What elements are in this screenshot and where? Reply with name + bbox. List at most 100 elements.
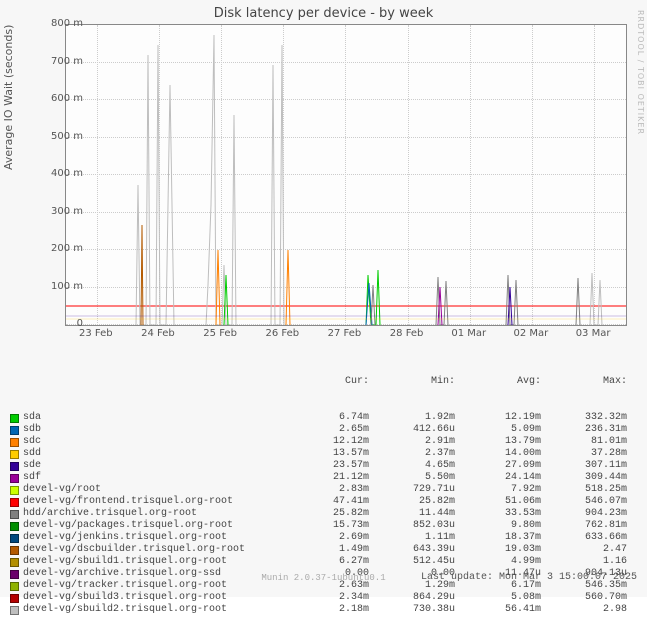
legend-row: sdc12.12m2.91m13.79m81.01m	[10, 436, 636, 448]
legend-min: 2.91m	[369, 436, 455, 448]
legend-max: 1.16	[541, 556, 627, 568]
chart-container: Disk latency per device - by week RRDTOO…	[0, 0, 647, 597]
legend-name: devel-vg/sbuild1.trisquel.org-root	[23, 556, 283, 568]
legend-swatch	[10, 450, 19, 459]
legend-cur: 15.73m	[283, 520, 369, 532]
legend-avg: 5.09m	[455, 424, 541, 436]
col-avg: Avg:	[455, 376, 541, 388]
legend-row: devel-vg/sbuild2.trisquel.org-root2.18m7…	[10, 604, 636, 616]
legend-avg: 33.53m	[455, 508, 541, 520]
legend-swatch	[10, 438, 19, 447]
y-tick: 500 m	[43, 131, 83, 142]
x-tick: 26 Feb	[265, 328, 299, 339]
legend-max: 37.28m	[541, 448, 627, 460]
legend-row: devel-vg/sbuild3.trisquel.org-root2.34m8…	[10, 592, 636, 604]
legend-avg: 24.14m	[455, 472, 541, 484]
chart-title: Disk latency per device - by week	[0, 6, 647, 21]
y-tick: 0	[43, 318, 83, 329]
col-cur: Cur:	[283, 376, 369, 388]
legend-row: devel-vg/frontend.trisquel.org-root47.41…	[10, 496, 636, 508]
legend-swatch	[10, 498, 19, 507]
legend-name: devel-vg/frontend.trisquel.org-root	[23, 496, 283, 508]
legend-avg: 14.00m	[455, 448, 541, 460]
legend-max: 307.11m	[541, 460, 627, 472]
legend-cur: 12.12m	[283, 436, 369, 448]
legend-name: sdb	[23, 424, 283, 436]
legend-name: devel-vg/sbuild3.trisquel.org-root	[23, 592, 283, 604]
legend-cur: 6.74m	[283, 412, 369, 424]
legend-min: 2.37m	[369, 448, 455, 460]
plot-area	[65, 24, 627, 326]
legend-swatch	[10, 462, 19, 471]
legend-swatch	[10, 546, 19, 555]
col-min: Min:	[369, 376, 455, 388]
legend-row: devel-vg/jenkins.trisquel.org-root2.69m1…	[10, 532, 636, 544]
y-axis-label: Average IO Wait (seconds)	[2, 25, 15, 170]
legend-cur: 2.65m	[283, 424, 369, 436]
legend-max: 332.32m	[541, 412, 627, 424]
legend-min: 4.65m	[369, 460, 455, 472]
legend-min: 412.66u	[369, 424, 455, 436]
legend-row: devel-vg/root2.83m729.71u7.92m518.25m	[10, 484, 636, 496]
legend-cur: 2.83m	[283, 484, 369, 496]
legend-min: 5.50m	[369, 472, 455, 484]
legend-row: hdd/archive.trisquel.org-root25.82m11.44…	[10, 508, 636, 520]
legend-row: sdf21.12m5.50m24.14m309.44m	[10, 472, 636, 484]
legend-avg: 18.37m	[455, 532, 541, 544]
legend-max: 560.70m	[541, 592, 627, 604]
legend-swatch	[10, 414, 19, 423]
legend-row: devel-vg/packages.trisquel.org-root15.73…	[10, 520, 636, 532]
legend-name: devel-vg/jenkins.trisquel.org-root	[23, 532, 283, 544]
y-tick: 100 m	[43, 281, 83, 292]
y-tick: 600 m	[43, 93, 83, 104]
legend-min: 11.44m	[369, 508, 455, 520]
data-lines	[66, 25, 626, 325]
legend-min: 643.39u	[369, 544, 455, 556]
legend-swatch	[10, 594, 19, 603]
x-tick: 27 Feb	[328, 328, 362, 339]
legend-min: 730.38u	[369, 604, 455, 616]
x-tick: 28 Feb	[390, 328, 424, 339]
legend-name: sdf	[23, 472, 283, 484]
y-tick: 200 m	[43, 243, 83, 254]
legend-name: sdd	[23, 448, 283, 460]
legend-cur: 2.18m	[283, 604, 369, 616]
col-max: Max:	[541, 376, 627, 388]
legend-name: devel-vg/dscbuilder.trisquel.org-root	[23, 544, 283, 556]
legend-avg: 51.06m	[455, 496, 541, 508]
x-tick: 25 Feb	[203, 328, 237, 339]
legend-name: devel-vg/sbuild2.trisquel.org-root	[23, 604, 283, 616]
legend-row: sde23.57m4.65m27.09m307.11m	[10, 460, 636, 472]
legend-max: 546.07m	[541, 496, 627, 508]
legend-cur: 47.41m	[283, 496, 369, 508]
legend-row: devel-vg/sbuild1.trisquel.org-root6.27m5…	[10, 556, 636, 568]
legend-max: 2.98	[541, 604, 627, 616]
y-tick: 300 m	[43, 206, 83, 217]
legend-cur: 25.82m	[283, 508, 369, 520]
legend-swatch	[10, 522, 19, 531]
legend-avg: 7.92m	[455, 484, 541, 496]
legend-cur: 23.57m	[283, 460, 369, 472]
legend-max: 309.44m	[541, 472, 627, 484]
legend-cur: 2.34m	[283, 592, 369, 604]
legend-avg: 27.09m	[455, 460, 541, 472]
legend-row: devel-vg/dscbuilder.trisquel.org-root1.4…	[10, 544, 636, 556]
legend-cur: 13.57m	[283, 448, 369, 460]
legend-avg: 9.80m	[455, 520, 541, 532]
legend-name: hdd/archive.trisquel.org-root	[23, 508, 283, 520]
x-tick: 24 Feb	[141, 328, 175, 339]
legend-swatch	[10, 486, 19, 495]
watermark: RRDTOOL / TOBI OETIKER	[636, 10, 645, 135]
footer-update: Last update: Mon Mar 3 15:00:07 2025	[421, 572, 637, 583]
y-tick: 700 m	[43, 56, 83, 67]
legend-swatch	[10, 474, 19, 483]
legend-max: 81.01m	[541, 436, 627, 448]
legend-min: 1.11m	[369, 532, 455, 544]
legend-avg: 19.03m	[455, 544, 541, 556]
legend-avg: 12.19m	[455, 412, 541, 424]
legend-avg: 56.41m	[455, 604, 541, 616]
legend-min: 512.45u	[369, 556, 455, 568]
legend-min: 864.29u	[369, 592, 455, 604]
y-tick: 800 m	[43, 18, 83, 29]
legend-avg: 4.99m	[455, 556, 541, 568]
